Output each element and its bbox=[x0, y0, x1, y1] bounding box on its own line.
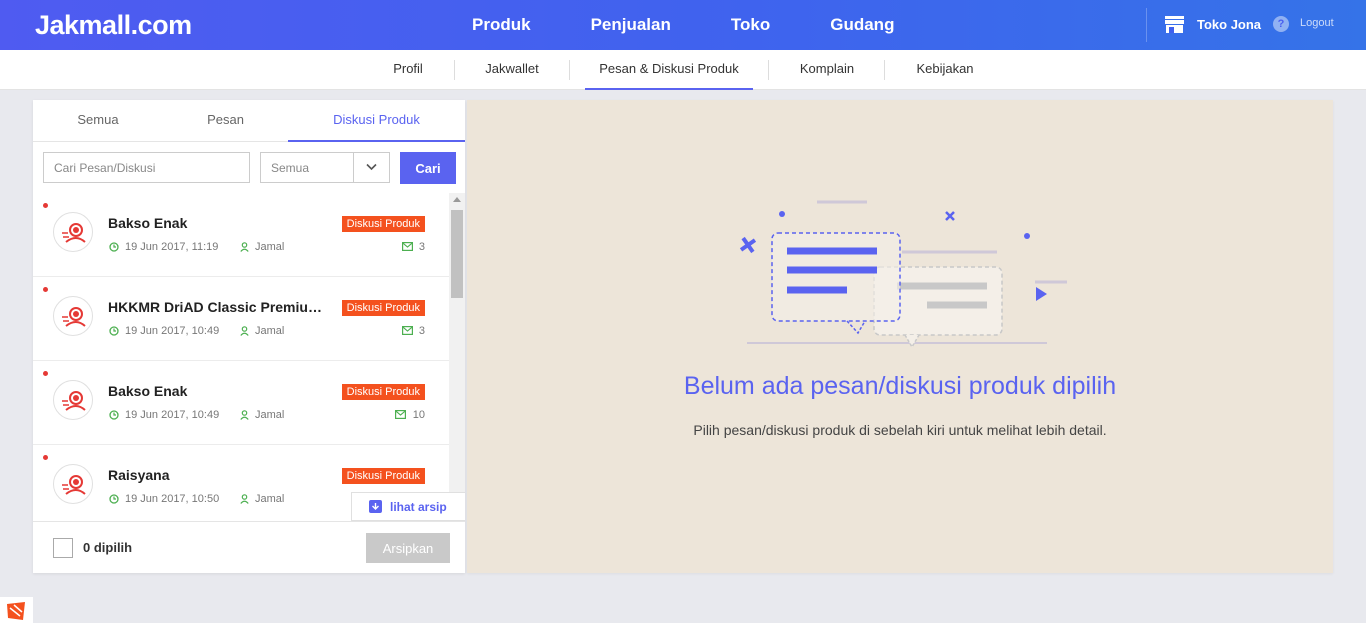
status-badge: Diskusi Produk bbox=[341, 300, 425, 316]
unread-indicator bbox=[43, 287, 48, 292]
list-item-title: Bakso Enak bbox=[108, 215, 188, 231]
list-item-count: 10 bbox=[412, 409, 425, 421]
main-nav-toko[interactable]: Toko bbox=[731, 0, 770, 50]
widget-icon bbox=[7, 602, 25, 620]
clock-icon bbox=[109, 326, 119, 336]
chevron-down-icon bbox=[366, 163, 377, 171]
sub-nav-divider bbox=[768, 60, 769, 80]
filter-select[interactable]: Semua bbox=[260, 152, 390, 183]
tab-diskusi-produk[interactable]: Diskusi Produk bbox=[288, 100, 465, 142]
logo[interactable]: Jakmall.com bbox=[35, 10, 192, 41]
avatar bbox=[53, 212, 93, 252]
sub-nav-profil[interactable]: Profil bbox=[380, 50, 436, 90]
list-item[interactable]: Bakso Enak Diskusi Produk 19 Jun 2017, 1… bbox=[33, 193, 449, 277]
tab-pesan[interactable]: Pesan bbox=[163, 100, 288, 142]
search-button[interactable]: Cari bbox=[400, 152, 456, 184]
list-item-user: Jamal bbox=[255, 409, 285, 421]
clock-icon bbox=[109, 242, 119, 252]
corner-widget[interactable] bbox=[0, 597, 33, 623]
list-item-date: 19 Jun 2017, 10:49 bbox=[125, 409, 220, 421]
message-list-panel: Semua Pesan Diskusi Produk Semua Cari Ba… bbox=[33, 100, 465, 573]
list-item-date: 19 Jun 2017, 10:49 bbox=[125, 325, 220, 337]
sub-nav-jakwallet[interactable]: Jakwallet bbox=[472, 50, 552, 90]
list-item-date: 19 Jun 2017, 11:19 bbox=[125, 241, 219, 253]
avatar-icon bbox=[62, 307, 86, 327]
avatar-icon bbox=[62, 391, 86, 411]
list-item-count: 3 bbox=[418, 325, 425, 337]
avatar bbox=[53, 464, 93, 504]
avatar-icon bbox=[62, 223, 86, 243]
avatar-icon bbox=[62, 475, 86, 495]
main-nav-gudang[interactable]: Gudang bbox=[830, 0, 894, 50]
status-badge: Diskusi Produk bbox=[341, 384, 425, 400]
list-item-user: Jamal bbox=[255, 241, 285, 253]
list-item-count: 3 bbox=[418, 241, 425, 253]
scroll-up-arrow[interactable] bbox=[453, 197, 461, 202]
scroll-thumb[interactable] bbox=[451, 210, 463, 298]
mail-icon bbox=[395, 410, 406, 419]
selected-count: 0 dipilih bbox=[83, 540, 133, 555]
sub-nav-pesan-diskusi[interactable]: Pesan & Diskusi Produk bbox=[585, 50, 753, 90]
store-name[interactable]: Toko Jona bbox=[1197, 17, 1261, 32]
clock-icon bbox=[109, 494, 119, 504]
list-item-user: Jamal bbox=[255, 493, 285, 505]
status-badge: Diskusi Produk bbox=[341, 468, 425, 484]
mail-icon bbox=[402, 242, 413, 251]
top-bar: Jakmall.com Produk Penjualan Toko Gudang… bbox=[0, 0, 1366, 50]
user-icon bbox=[240, 410, 249, 420]
sub-nav-divider bbox=[569, 60, 570, 80]
list-item[interactable]: Bakso Enak Diskusi Produk 19 Jun 2017, 1… bbox=[33, 361, 449, 445]
sub-nav-divider bbox=[884, 60, 885, 80]
search-input[interactable] bbox=[43, 152, 250, 183]
user-icon bbox=[240, 242, 249, 252]
detail-panel: Belum ada pesan/diskusi produk dipilih P… bbox=[467, 100, 1333, 573]
list-footer: 0 dipilih Arsipkan bbox=[33, 521, 465, 573]
unread-indicator bbox=[43, 203, 48, 208]
view-archive-label: lihat arsip bbox=[390, 500, 447, 514]
list-item-title: Bakso Enak bbox=[108, 383, 188, 399]
empty-state-subtitle: Pilih pesan/diskusi produk di sebelah ki… bbox=[693, 422, 1107, 438]
store-icon[interactable] bbox=[1165, 16, 1184, 33]
sub-nav-divider bbox=[454, 60, 455, 80]
list-item-user: Jamal bbox=[255, 325, 285, 337]
mail-icon bbox=[402, 326, 413, 335]
avatar bbox=[53, 380, 93, 420]
list-item-title: HKKMR DriAD Classic Premium Wireless Hea… bbox=[108, 299, 333, 315]
sub-nav: Profil Jakwallet Pesan & Diskusi Produk … bbox=[0, 50, 1366, 90]
main-nav-penjualan[interactable]: Penjualan bbox=[591, 0, 671, 50]
list-item-title: Raisyana bbox=[108, 467, 170, 483]
user-icon bbox=[240, 494, 249, 504]
sub-nav-komplain[interactable]: Komplain bbox=[786, 50, 868, 90]
filter-tabs: Semua Pesan Diskusi Produk bbox=[33, 100, 465, 142]
select-all-checkbox[interactable] bbox=[53, 538, 73, 558]
empty-chat-illustration bbox=[739, 200, 1067, 349]
tab-semua[interactable]: Semua bbox=[33, 100, 163, 142]
empty-state-title: Belum ada pesan/diskusi produk dipilih bbox=[683, 372, 1117, 400]
user-area: Toko Jona ? Logout bbox=[1146, 8, 1366, 42]
filter-select-value: Semua bbox=[271, 161, 310, 175]
list-scrollbar[interactable] bbox=[449, 193, 465, 521]
unread-indicator bbox=[43, 371, 48, 376]
main-nav: Produk Penjualan Toko Gudang bbox=[472, 0, 954, 50]
archive-icon bbox=[369, 500, 382, 513]
unread-indicator bbox=[43, 455, 48, 460]
help-icon[interactable]: ? bbox=[1273, 16, 1289, 32]
archive-button[interactable]: Arsipkan bbox=[366, 533, 450, 563]
sub-nav-kebijakan[interactable]: Kebijakan bbox=[902, 50, 988, 90]
user-icon bbox=[240, 326, 249, 336]
clock-icon bbox=[109, 410, 119, 420]
filter-select-toggle[interactable] bbox=[353, 153, 389, 182]
main-nav-produk[interactable]: Produk bbox=[472, 0, 531, 50]
status-badge: Diskusi Produk bbox=[341, 216, 425, 232]
list-item-date: 19 Jun 2017, 10:50 bbox=[125, 493, 220, 505]
view-archive-button[interactable]: lihat arsip bbox=[351, 492, 465, 521]
message-list: Bakso Enak Diskusi Produk 19 Jun 2017, 1… bbox=[33, 193, 449, 521]
list-item[interactable]: HKKMR DriAD Classic Premium Wireless Hea… bbox=[33, 277, 449, 361]
logout-link[interactable]: Logout bbox=[1300, 17, 1334, 29]
avatar bbox=[53, 296, 93, 336]
